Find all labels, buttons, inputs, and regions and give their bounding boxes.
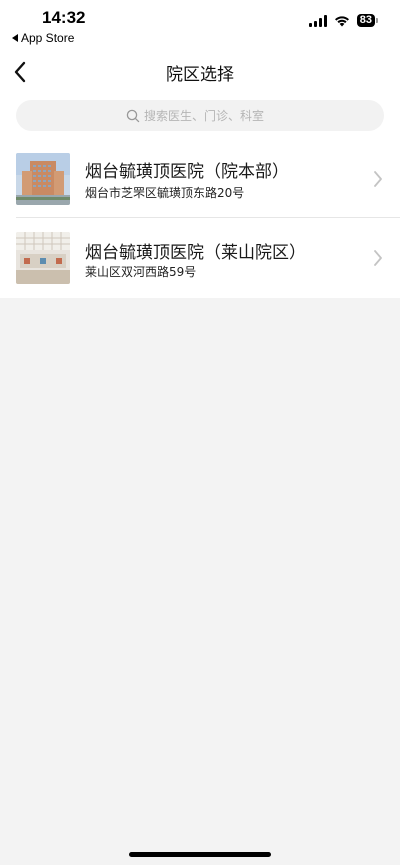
hospital-main-address: 烟台市芝罘区毓璜顶东路20号 [85,186,245,200]
hospital-item-laishan[interactable]: 烟台毓璜顶医院（莱山院区） 莱山区双河西路59号 [0,219,400,299]
back-triangle-icon [12,34,18,42]
hospital-laishan-photo [16,232,70,284]
hospital-main-name: 烟台毓璜顶医院（院本部） [85,162,289,182]
battery-level: 83 [356,14,375,27]
hospital-laishan-name: 烟台毓璜顶医院（莱山院区） [85,243,306,263]
battery-icon: 83 [356,14,378,27]
hospital-laishan-address: 莱山区双河西路59号 [85,265,197,279]
back-to-app-store[interactable]: App Store [12,31,74,45]
home-indicator[interactable] [129,852,271,857]
search-bar[interactable] [16,100,384,131]
hospital-main-photo [16,153,70,205]
search-icon [126,109,140,122]
page-title: 院区选择 [166,65,234,85]
chevron-right-icon [374,250,382,266]
back-app-label: App Store [21,31,75,45]
cellular-signal-icon [308,14,327,27]
hospital-item-main[interactable]: 烟台毓璜顶医院（院本部） 烟台市芝罘区毓璜顶东路20号 [0,138,400,218]
list-divider [16,217,400,218]
chevron-right-icon [374,171,382,187]
status-time: 14:32 [42,8,86,27]
search-input[interactable] [144,108,274,123]
wifi-icon [334,15,349,26]
status-indicators: 83 [308,14,378,27]
